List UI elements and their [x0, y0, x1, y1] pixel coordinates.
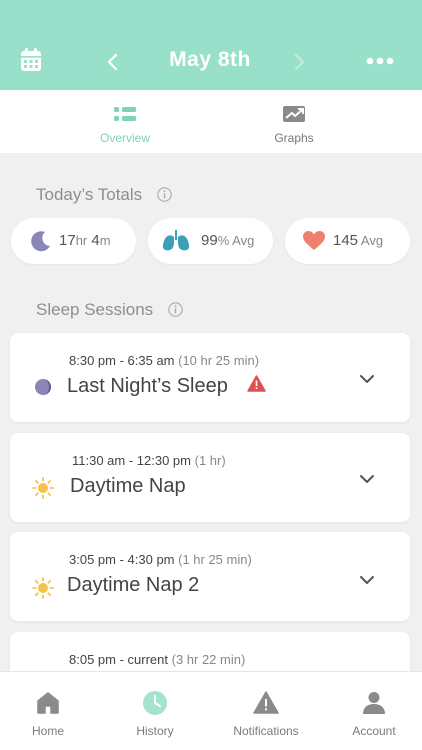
sessions-heading: Sleep Sessions: [36, 300, 183, 320]
top-bar: May 8th: [0, 0, 422, 90]
session-name: Last Night’s Sleep: [67, 375, 267, 398]
tab-overview-label: Overview: [99, 131, 150, 145]
session-card-daytime-nap[interactable]: 11:30 am - 12:30 pm (1 hr) Daytime Nap: [10, 433, 410, 522]
nav-history-label: History: [136, 724, 174, 738]
lungs-icon: [162, 230, 190, 251]
graph-icon: [283, 106, 305, 122]
info-icon[interactable]: [168, 302, 183, 317]
chevron-down-icon[interactable]: [358, 473, 376, 485]
nav-notifications[interactable]: Notifications: [216, 672, 316, 750]
session-time: 11:30 am - 12:30 pm (1 hr): [72, 453, 226, 468]
sun-icon: [32, 477, 54, 499]
calendar-icon[interactable]: [20, 48, 42, 72]
clock-icon: [143, 691, 167, 715]
home-icon: [37, 692, 59, 714]
sleep-total-pill: 17hr 4m: [11, 218, 136, 264]
view-tabs: Overview Graphs: [0, 90, 422, 153]
info-icon[interactable]: [157, 187, 172, 202]
current-date: May 8th: [169, 48, 251, 71]
nav-account-label: Account: [352, 724, 396, 738]
session-time: 3:05 pm - 4:30 pm (1 hr 25 min): [69, 552, 252, 567]
more-icon[interactable]: [366, 56, 394, 66]
session-name: Daytime Nap 2: [67, 574, 200, 596]
chevron-down-icon[interactable]: [358, 373, 376, 385]
heart-avg-pill: 145 Avg: [285, 218, 410, 264]
oxygen-avg-value: 99% Avg: [201, 232, 255, 249]
chevron-right-icon[interactable]: [290, 52, 308, 72]
totals-heading: Today’s Totals: [36, 185, 172, 205]
nav-account[interactable]: Account: [324, 672, 422, 750]
totals-title: Today’s Totals: [36, 185, 143, 204]
sleep-total-value: 17hr 4m: [59, 232, 111, 249]
chevron-left-icon[interactable]: [104, 52, 122, 72]
sessions-title: Sleep Sessions: [36, 300, 154, 319]
person-icon: [363, 692, 385, 714]
tab-overview[interactable]: Overview: [65, 90, 185, 153]
bottom-nav: Home History Notifications Account: [0, 671, 422, 750]
moon-icon: [31, 231, 50, 252]
session-card-last-night[interactable]: 8:30 pm - 6:35 am (10 hr 25 min) Last Ni…: [10, 333, 410, 422]
oxygen-avg-pill: 99% Avg: [148, 218, 273, 264]
tab-graphs-label: Graphs: [274, 131, 314, 145]
warning-icon: [247, 375, 267, 392]
chevron-down-icon[interactable]: [358, 574, 376, 586]
nav-history[interactable]: History: [105, 672, 205, 750]
session-time: 8:05 pm - current (3 hr 22 min): [69, 652, 246, 667]
nav-home[interactable]: Home: [0, 672, 98, 750]
alert-icon: [253, 691, 279, 714]
heart-icon: [303, 231, 325, 250]
tab-graphs[interactable]: Graphs: [234, 90, 354, 153]
sun-icon: [32, 577, 54, 599]
nav-home-label: Home: [31, 724, 64, 738]
list-icon: [114, 107, 136, 121]
nav-notifications-label: Notifications: [233, 724, 299, 738]
heart-avg-value: 145 Avg: [333, 232, 384, 249]
session-name: Daytime Nap: [70, 475, 186, 497]
session-card-daytime-nap-2[interactable]: 3:05 pm - 4:30 pm (1 hr 25 min) Daytime …: [10, 532, 410, 621]
moon-icon: [35, 379, 51, 395]
session-time: 8:30 pm - 6:35 am (10 hr 25 min): [69, 353, 260, 368]
